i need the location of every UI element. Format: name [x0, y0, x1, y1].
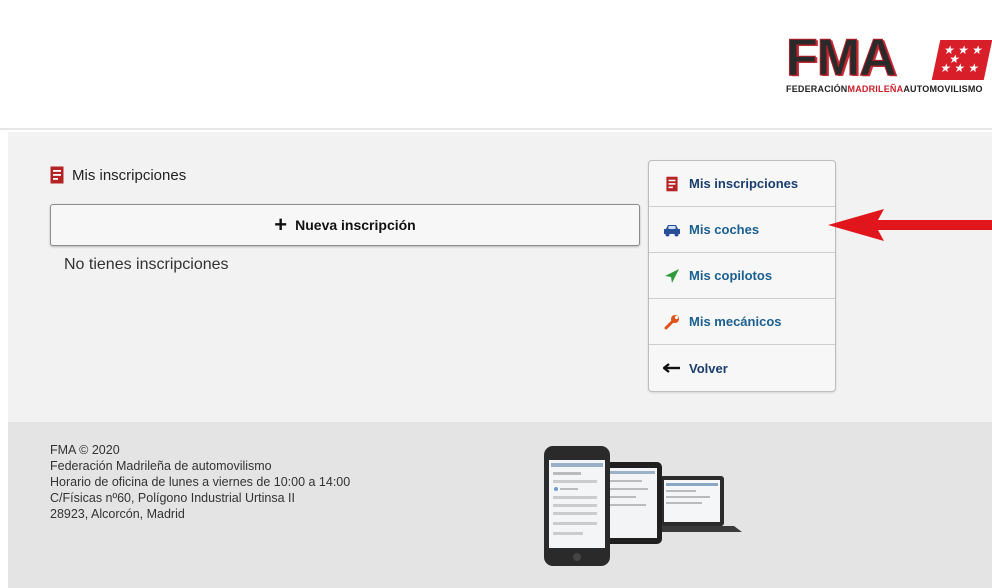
- menu-item-mis-mecanicos[interactable]: Mis mecánicos: [649, 299, 835, 345]
- section-title: Mis inscripciones: [50, 166, 186, 184]
- footer-hours: Horario de oficina de lunes a viernes de…: [50, 475, 351, 489]
- main-content: Mis inscripciones + Nueva inscripción No…: [8, 132, 992, 422]
- menu-item-volver[interactable]: Volver: [649, 345, 835, 391]
- menu-item-label: Mis copilotos: [689, 268, 773, 283]
- car-icon: [663, 221, 681, 239]
- logo-subtitle-part: FEDERACIÓN: [786, 84, 848, 94]
- new-registration-button[interactable]: + Nueva inscripción: [50, 204, 640, 246]
- arrow-left-icon: [663, 359, 681, 377]
- menu-item-label: Mis mecánicos: [689, 314, 782, 329]
- footer-copyright: FMA © 2020: [50, 443, 120, 457]
- menu-item-label: Mis coches: [689, 222, 760, 237]
- menu-item-label: Volver: [689, 360, 728, 376]
- footer-org-name: Federación Madrileña de automovilismo: [50, 459, 272, 473]
- footer-city: 28923, Alcorcón, Madrid: [50, 507, 185, 521]
- paper-plane-icon: [663, 267, 681, 285]
- devices-illustration: [544, 446, 742, 566]
- site-footer: FMA © 2020 Federación Madrileña de autom…: [8, 422, 992, 588]
- document-icon: [50, 166, 64, 184]
- section-title-text: Mis inscripciones: [72, 166, 187, 184]
- side-menu: Mis inscripciones Mis coches Mis copilot…: [648, 160, 836, 392]
- empty-registrations-message: No tienes inscripciones: [64, 256, 229, 273]
- annotation-arrow-icon: [828, 209, 992, 241]
- blurred-header-text: [50, 26, 56, 47]
- plus-icon: +: [274, 212, 288, 237]
- logo-letters: FMA: [786, 29, 898, 87]
- menu-item-label: Mis inscripciones: [689, 176, 799, 191]
- footer-info: FMA © 2020 Federación Madrileña de autom…: [50, 442, 350, 522]
- new-registration-label: Nueva inscripción: [295, 217, 416, 233]
- logo-subtitle-part: MADRILEÑA: [847, 84, 904, 94]
- madrid-flag-icon: ★ ★ ★ ★ ★ ★ ★: [931, 40, 992, 80]
- menu-item-mis-inscripciones[interactable]: Mis inscripciones: [649, 161, 835, 207]
- logo-subtitle: FEDERACIÓNMADRILEÑAAUTOMOVILISMO: [786, 84, 983, 94]
- wrench-icon: [663, 313, 681, 331]
- document-icon: [663, 175, 681, 193]
- site-header: FMA ★ ★ ★ ★ ★ ★ ★ FEDERACIÓNMADRILEÑAAUTOMOV…: [0, 0, 992, 130]
- menu-item-mis-coches[interactable]: Mis coches: [649, 207, 835, 253]
- fma-logo[interactable]: FMA ★ ★ ★ ★ ★ ★ ★ FEDERACIÓNMADRILEÑAAUTOMOV…: [786, 32, 992, 104]
- logo-subtitle-part: AUTOMOVILISMO: [903, 84, 983, 94]
- footer-address: C/Físicas nº60, Polígono Industrial Urti…: [50, 491, 295, 505]
- menu-item-mis-copilotos[interactable]: Mis copilotos: [649, 253, 835, 299]
